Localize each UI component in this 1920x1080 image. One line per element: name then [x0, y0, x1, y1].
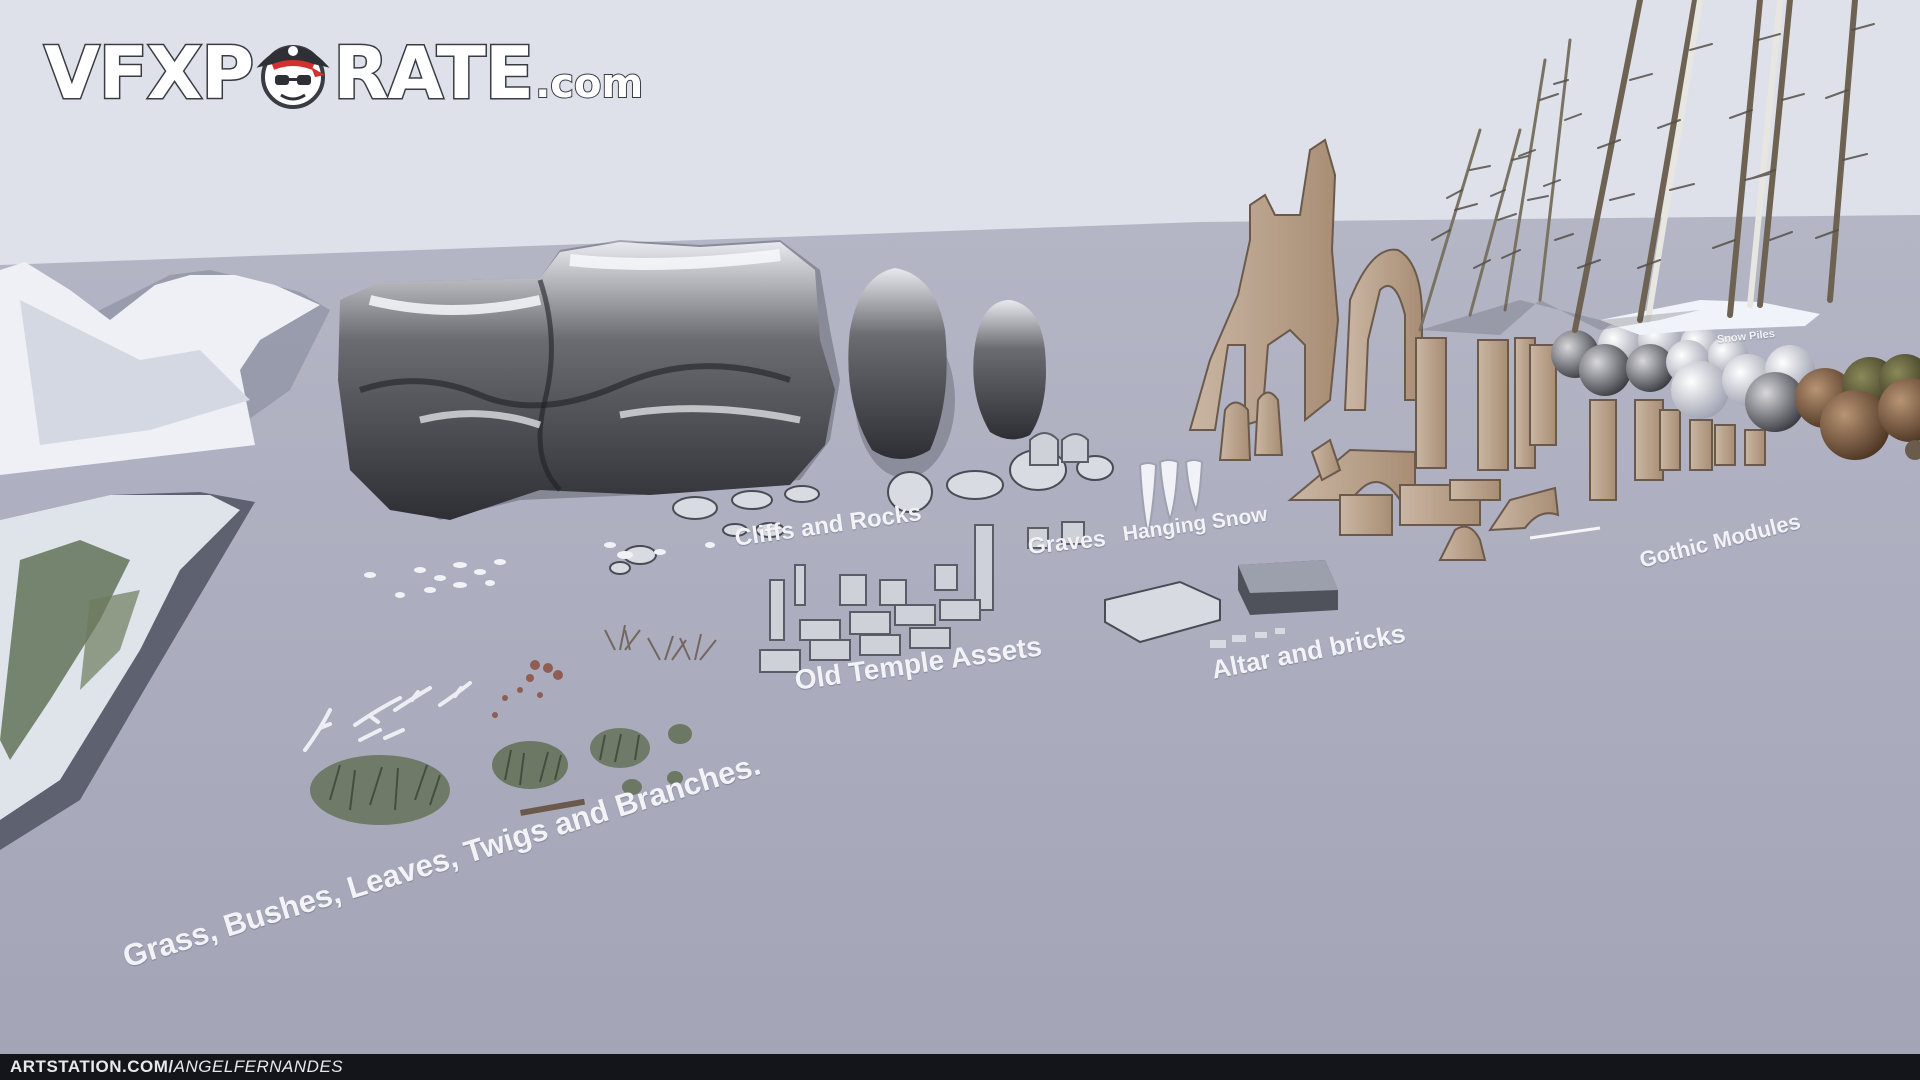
logo-text-right: RATE — [332, 30, 536, 117]
pirate-skull-icon — [251, 31, 335, 115]
logo-text-left: VFXP — [42, 30, 255, 117]
footer-site: ARTSTATION.COM/ — [10, 1057, 174, 1076]
footer-bar: ARTSTATION.COM/ ANGELFERNANDES — [0, 1054, 1920, 1080]
cliff-rocks-large — [338, 240, 840, 520]
vfxpirate-logo: VFXP RATE .com — [42, 30, 644, 117]
footer-user: ANGELFERNANDES — [173, 1057, 344, 1076]
logo-suffix: .com — [534, 60, 644, 108]
